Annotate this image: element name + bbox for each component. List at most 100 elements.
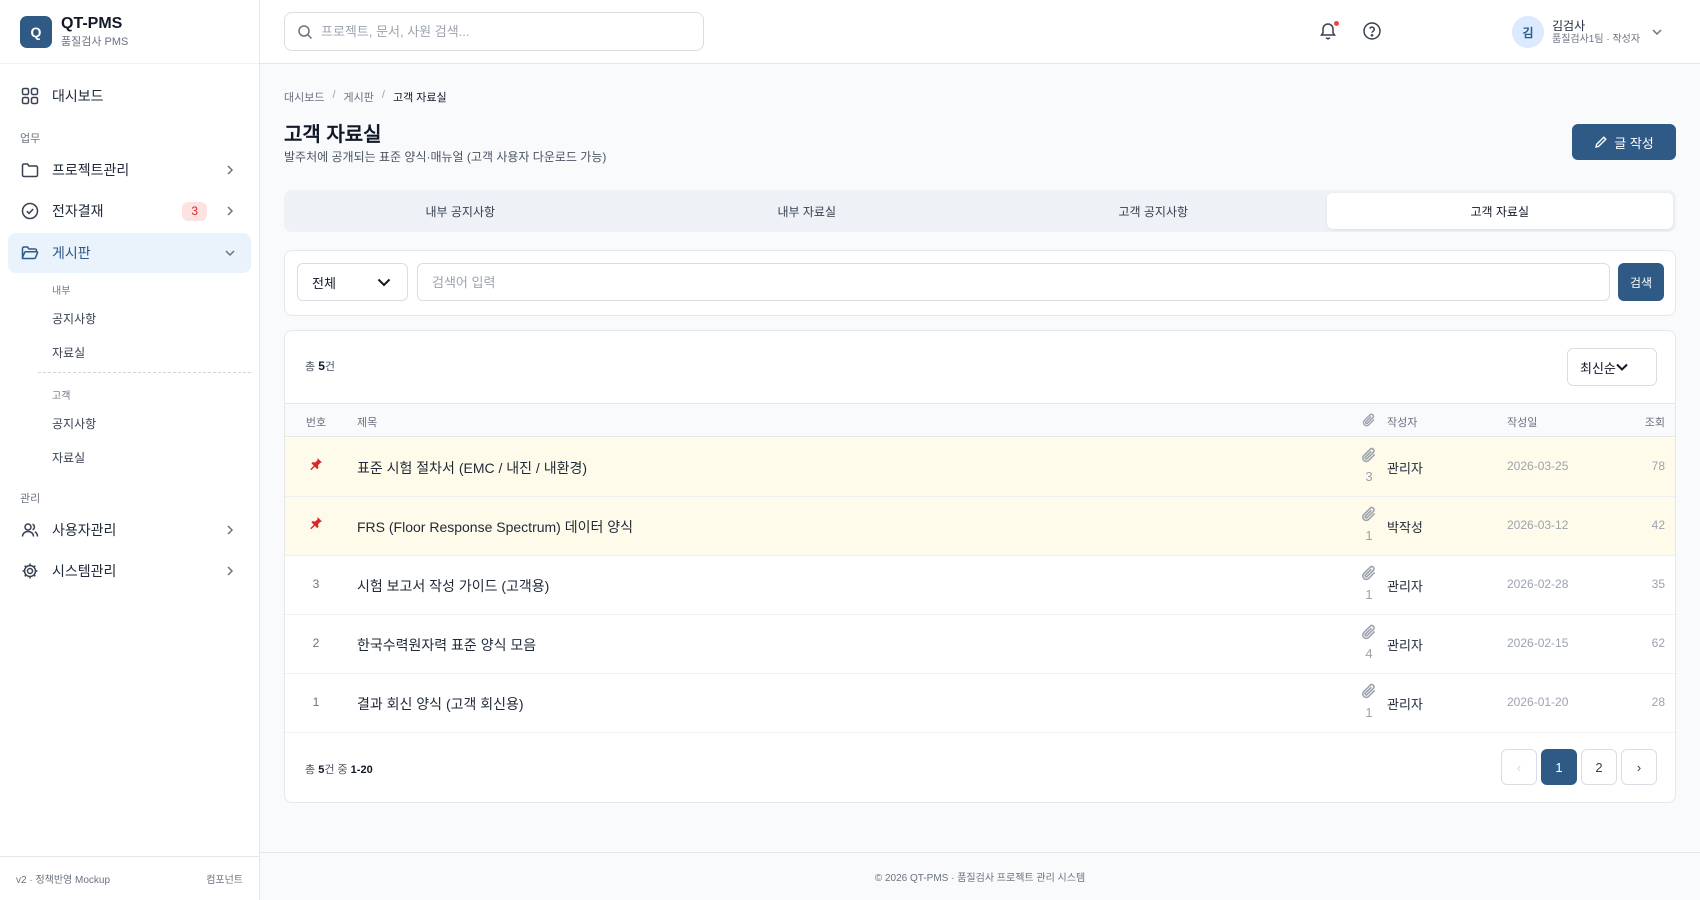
sidebar-item-label: 프로젝트관리 — [52, 162, 130, 178]
search-filter: 전체 검색 — [284, 250, 1676, 316]
brand[interactable]: Q QT-PMS 품질검사 PMS — [0, 0, 259, 64]
chevron-down-icon — [1616, 363, 1628, 371]
attachment-count: 1 — [1365, 587, 1373, 602]
row-attachments[interactable]: 1 — [1349, 682, 1389, 720]
sidebar-subitem-internal-files[interactable]: 자료실 — [52, 344, 85, 361]
row-date: 2026-01-20 — [1507, 695, 1569, 709]
page-footer: © 2026 QT-PMS · 품질검사 프로젝트 관리 시스템 — [260, 852, 1700, 900]
tab-customer-files[interactable]: 고객 자료실 — [1326, 193, 1673, 229]
user-menu[interactable]: 김 김검사 품질검사1팀 · 작성자 — [1512, 16, 1664, 48]
global-search-input[interactable] — [321, 24, 681, 39]
help-circle-icon — [1363, 22, 1381, 40]
sidebar-item-dashboard[interactable]: 대시보드 — [8, 76, 251, 116]
sidebar-subitem-internal-notice[interactable]: 공지사항 — [52, 310, 96, 327]
column-header-no: 번호 — [305, 417, 327, 429]
row-author: 관리자 — [1387, 461, 1423, 476]
sidebar-item-users[interactable]: 사용자관리 — [8, 510, 251, 550]
tab-internal-files[interactable]: 내부 자료실 — [634, 193, 981, 229]
nav-section-admin: 관리 — [20, 493, 41, 505]
sidebar-item-approval[interactable]: 전자결재 3 — [8, 191, 251, 231]
pagination-prefix: 총 — [305, 764, 319, 776]
row-number-cell — [285, 517, 347, 533]
row-number: 3 — [312, 577, 320, 591]
user-name: 김검사 — [1552, 18, 1586, 33]
breadcrumb-item[interactable]: 게시판 — [344, 89, 374, 105]
folder-open-icon — [20, 243, 40, 263]
sidebar-subitem-customer-notice[interactable]: 공지사항 — [52, 415, 96, 432]
breadcrumb-separator: / — [332, 89, 336, 101]
copyright-text: © 2026 QT-PMS · 품질검사 프로젝트 관리 시스템 — [874, 873, 1086, 884]
chevron-right-icon — [227, 566, 234, 576]
paperclip-icon — [1360, 447, 1378, 467]
sidebar-item-label: 게시판 — [52, 245, 91, 261]
paperclip-icon — [1360, 683, 1378, 703]
pagination-info: 총 5건 중 1-20 — [305, 761, 373, 777]
row-attachments[interactable]: 1 — [1349, 564, 1389, 602]
table-row[interactable]: 1 결과 회신 양식 (고객 회신용) 1 관리자 2026-01-20 28 — [285, 674, 1675, 733]
attachment-count: 1 — [1365, 528, 1373, 543]
page-button[interactable]: 2 — [1581, 749, 1617, 785]
notification-button[interactable] — [1318, 21, 1340, 43]
row-title[interactable]: 표준 시험 절차서 (EMC / 내진 / 내환경) — [357, 458, 587, 478]
app-subtitle: 품질검사 PMS — [61, 35, 129, 48]
sort-select[interactable]: 최신순 — [1567, 348, 1657, 386]
table-row[interactable]: 3 시험 보고서 작성 가이드 (고객용) 1 관리자 2026-02-28 35 — [285, 556, 1675, 615]
keyword-input[interactable] — [417, 263, 1610, 301]
chevron-down-icon — [1652, 29, 1662, 36]
paperclip-icon — [1360, 624, 1378, 644]
tab-internal-notice[interactable]: 내부 공지사항 — [287, 193, 634, 229]
total-number: 5 — [318, 359, 325, 373]
sidebar-subitem-customer-files[interactable]: 자료실 — [52, 449, 85, 466]
table-row[interactable]: 2 한국수력원자력 표준 양식 모음 4 관리자 2026-02-15 62 — [285, 615, 1675, 674]
attachment-count: 1 — [1365, 705, 1373, 720]
post-list-panel: 총 5건 최신순 번호 제목 작성자 작성일 조회 표준 시험 절차서 (EMC… — [284, 330, 1676, 803]
attachment-count: 3 — [1365, 469, 1373, 484]
row-attachments[interactable]: 1 — [1349, 505, 1389, 543]
breadcrumb-separator: / — [381, 89, 385, 101]
pin-icon — [309, 457, 323, 474]
row-title[interactable]: 시험 보고서 작성 가이드 (고객용) — [357, 576, 549, 596]
page-button[interactable]: 1 — [1541, 749, 1577, 785]
sidebar-item-project[interactable]: 프로젝트관리 — [8, 150, 251, 190]
app-logo: Q — [20, 15, 52, 48]
write-post-label: 글 작성 — [1614, 135, 1654, 151]
row-title[interactable]: FRS (Floor Response Spectrum) 데이터 양식 — [357, 517, 633, 537]
components-link[interactable]: 컴포넌트 — [206, 871, 243, 886]
tab-customer-notice[interactable]: 고객 공지사항 — [980, 193, 1327, 229]
folder-icon — [20, 160, 40, 180]
total-count: 총 5건 — [305, 358, 335, 374]
global-search[interactable] — [284, 12, 704, 51]
sidebar-item-label: 전자결재 — [52, 203, 104, 219]
chevron-down-icon — [225, 250, 235, 257]
row-date: 2026-02-28 — [1507, 577, 1569, 591]
check-circle-icon — [20, 201, 40, 221]
help-button[interactable] — [1362, 21, 1384, 43]
row-attachments[interactable]: 4 — [1349, 623, 1389, 661]
sort-select-value: 최신순 — [1580, 360, 1616, 376]
total-suffix: 건 — [324, 361, 335, 373]
row-author: 박작성 — [1387, 520, 1423, 535]
notification-dot — [1334, 21, 1339, 26]
sidebar-item-label: 시스템관리 — [52, 563, 117, 579]
sidebar-item-board[interactable]: 게시판 — [8, 233, 251, 273]
row-number-cell: 1 — [285, 695, 347, 709]
row-title[interactable]: 한국수력원자력 표준 양식 모음 — [357, 635, 536, 655]
breadcrumb-item[interactable]: 대시보드 — [284, 89, 324, 105]
prev-page-button[interactable]: ‹ — [1501, 749, 1537, 785]
row-attachments[interactable]: 3 — [1349, 446, 1389, 484]
search-button[interactable]: 검색 — [1618, 263, 1664, 301]
scope-select[interactable]: 전체 — [297, 263, 408, 301]
grid-icon — [20, 86, 40, 106]
next-page-button[interactable]: › — [1621, 749, 1657, 785]
sidebar-item-label: 대시보드 — [52, 88, 104, 104]
version-text: v2 · 정책반영 Mockup — [16, 875, 111, 886]
row-views: 78 — [1651, 459, 1665, 473]
app-title: QT-PMS — [61, 14, 123, 32]
table-row[interactable]: 표준 시험 절차서 (EMC / 내진 / 내환경) 3 관리자 2026-03-25… — [285, 438, 1675, 497]
row-title[interactable]: 결과 회신 양식 (고객 회신용) — [357, 694, 524, 714]
sidebar-item-system[interactable]: 시스템관리 — [8, 551, 251, 591]
table-row[interactable]: FRS (Floor Response Spectrum) 데이터 양식 1 박작성… — [285, 497, 1675, 556]
write-post-button[interactable]: 글 작성 — [1572, 124, 1676, 160]
avatar: 김 — [1512, 16, 1544, 48]
row-number-cell: 2 — [285, 636, 347, 650]
